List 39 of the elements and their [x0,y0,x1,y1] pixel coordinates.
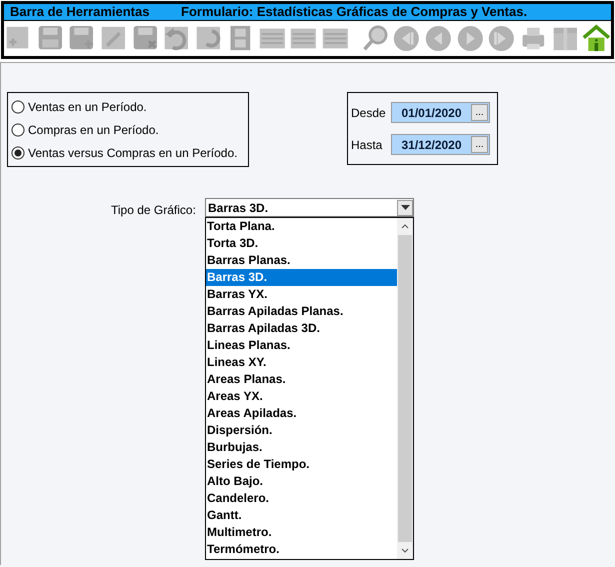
home-icon[interactable] [582,23,612,54]
toolbar-title: Barra de Herramientas [9,3,150,22]
chart-type-option[interactable]: Gantt. [206,507,397,524]
scrollbar[interactable] [397,218,413,559]
radio-label[interactable]: Ventas versus Compras en un Período. [28,144,238,162]
form-title: Formulario: Estadísticas Gráficas de Compras y Ventas. [181,3,528,22]
date-field[interactable]: 01/01/2020 ... [391,102,490,123]
radio-label[interactable]: Compras en un Período. [28,120,159,138]
chart-type-option[interactable]: Lineas XY. [206,354,397,371]
chart-type-option[interactable]: Lineas Planas. [206,337,397,354]
radio-button[interactable] [11,100,25,114]
chart-type-option[interactable]: Areas Apiladas. [206,405,397,422]
chart-type-option[interactable]: Termómetro. [206,541,397,558]
chart-type-option[interactable]: Alto Bajo. [206,473,397,490]
chart-type-option[interactable]: Barras Planas. [206,252,397,269]
chart-type-option[interactable]: Barras 3D. [206,269,397,286]
chart-type-dropdown[interactable]: Barras 3D. [205,198,414,217]
date-field[interactable]: 31/12/2020 ... [391,134,490,155]
date-picker-button[interactable]: ... [471,104,488,121]
chart-type-option[interactable]: Barras Apiladas 3D. [206,320,397,337]
chart-type-option[interactable]: Torta Plana. [206,218,397,235]
chart-type-option[interactable]: Areas YX. [206,388,397,405]
date-label: Hasta [351,136,384,154]
date-label: Desde [351,104,387,122]
chart-type-option[interactable]: Multimetro. [206,524,397,541]
scroll-thumb[interactable] [398,235,412,542]
radio-button[interactable] [11,146,25,160]
radio-label[interactable]: Ventas en un Período. [28,98,147,116]
date-picker-button[interactable]: ... [471,136,488,153]
radio-button[interactable] [11,122,25,136]
chart-type-option[interactable]: Barras YX. [206,286,397,303]
chart-type-option[interactable]: Barras Apiladas Planas. [206,303,397,320]
chart-type-option[interactable]: Series de Tiempo. [206,456,397,473]
chart-type-option[interactable]: Torta 3D. [206,235,397,252]
chart-type-option[interactable]: Burbujas. [206,439,397,456]
chart-type-option[interactable]: Dispersión. [206,422,397,439]
chart-type-label: Tipo de Gráfico: [111,202,197,219]
chart-type-option[interactable]: Candelero. [206,490,397,507]
chart-type-option[interactable]: Areas Planas. [206,371,397,388]
